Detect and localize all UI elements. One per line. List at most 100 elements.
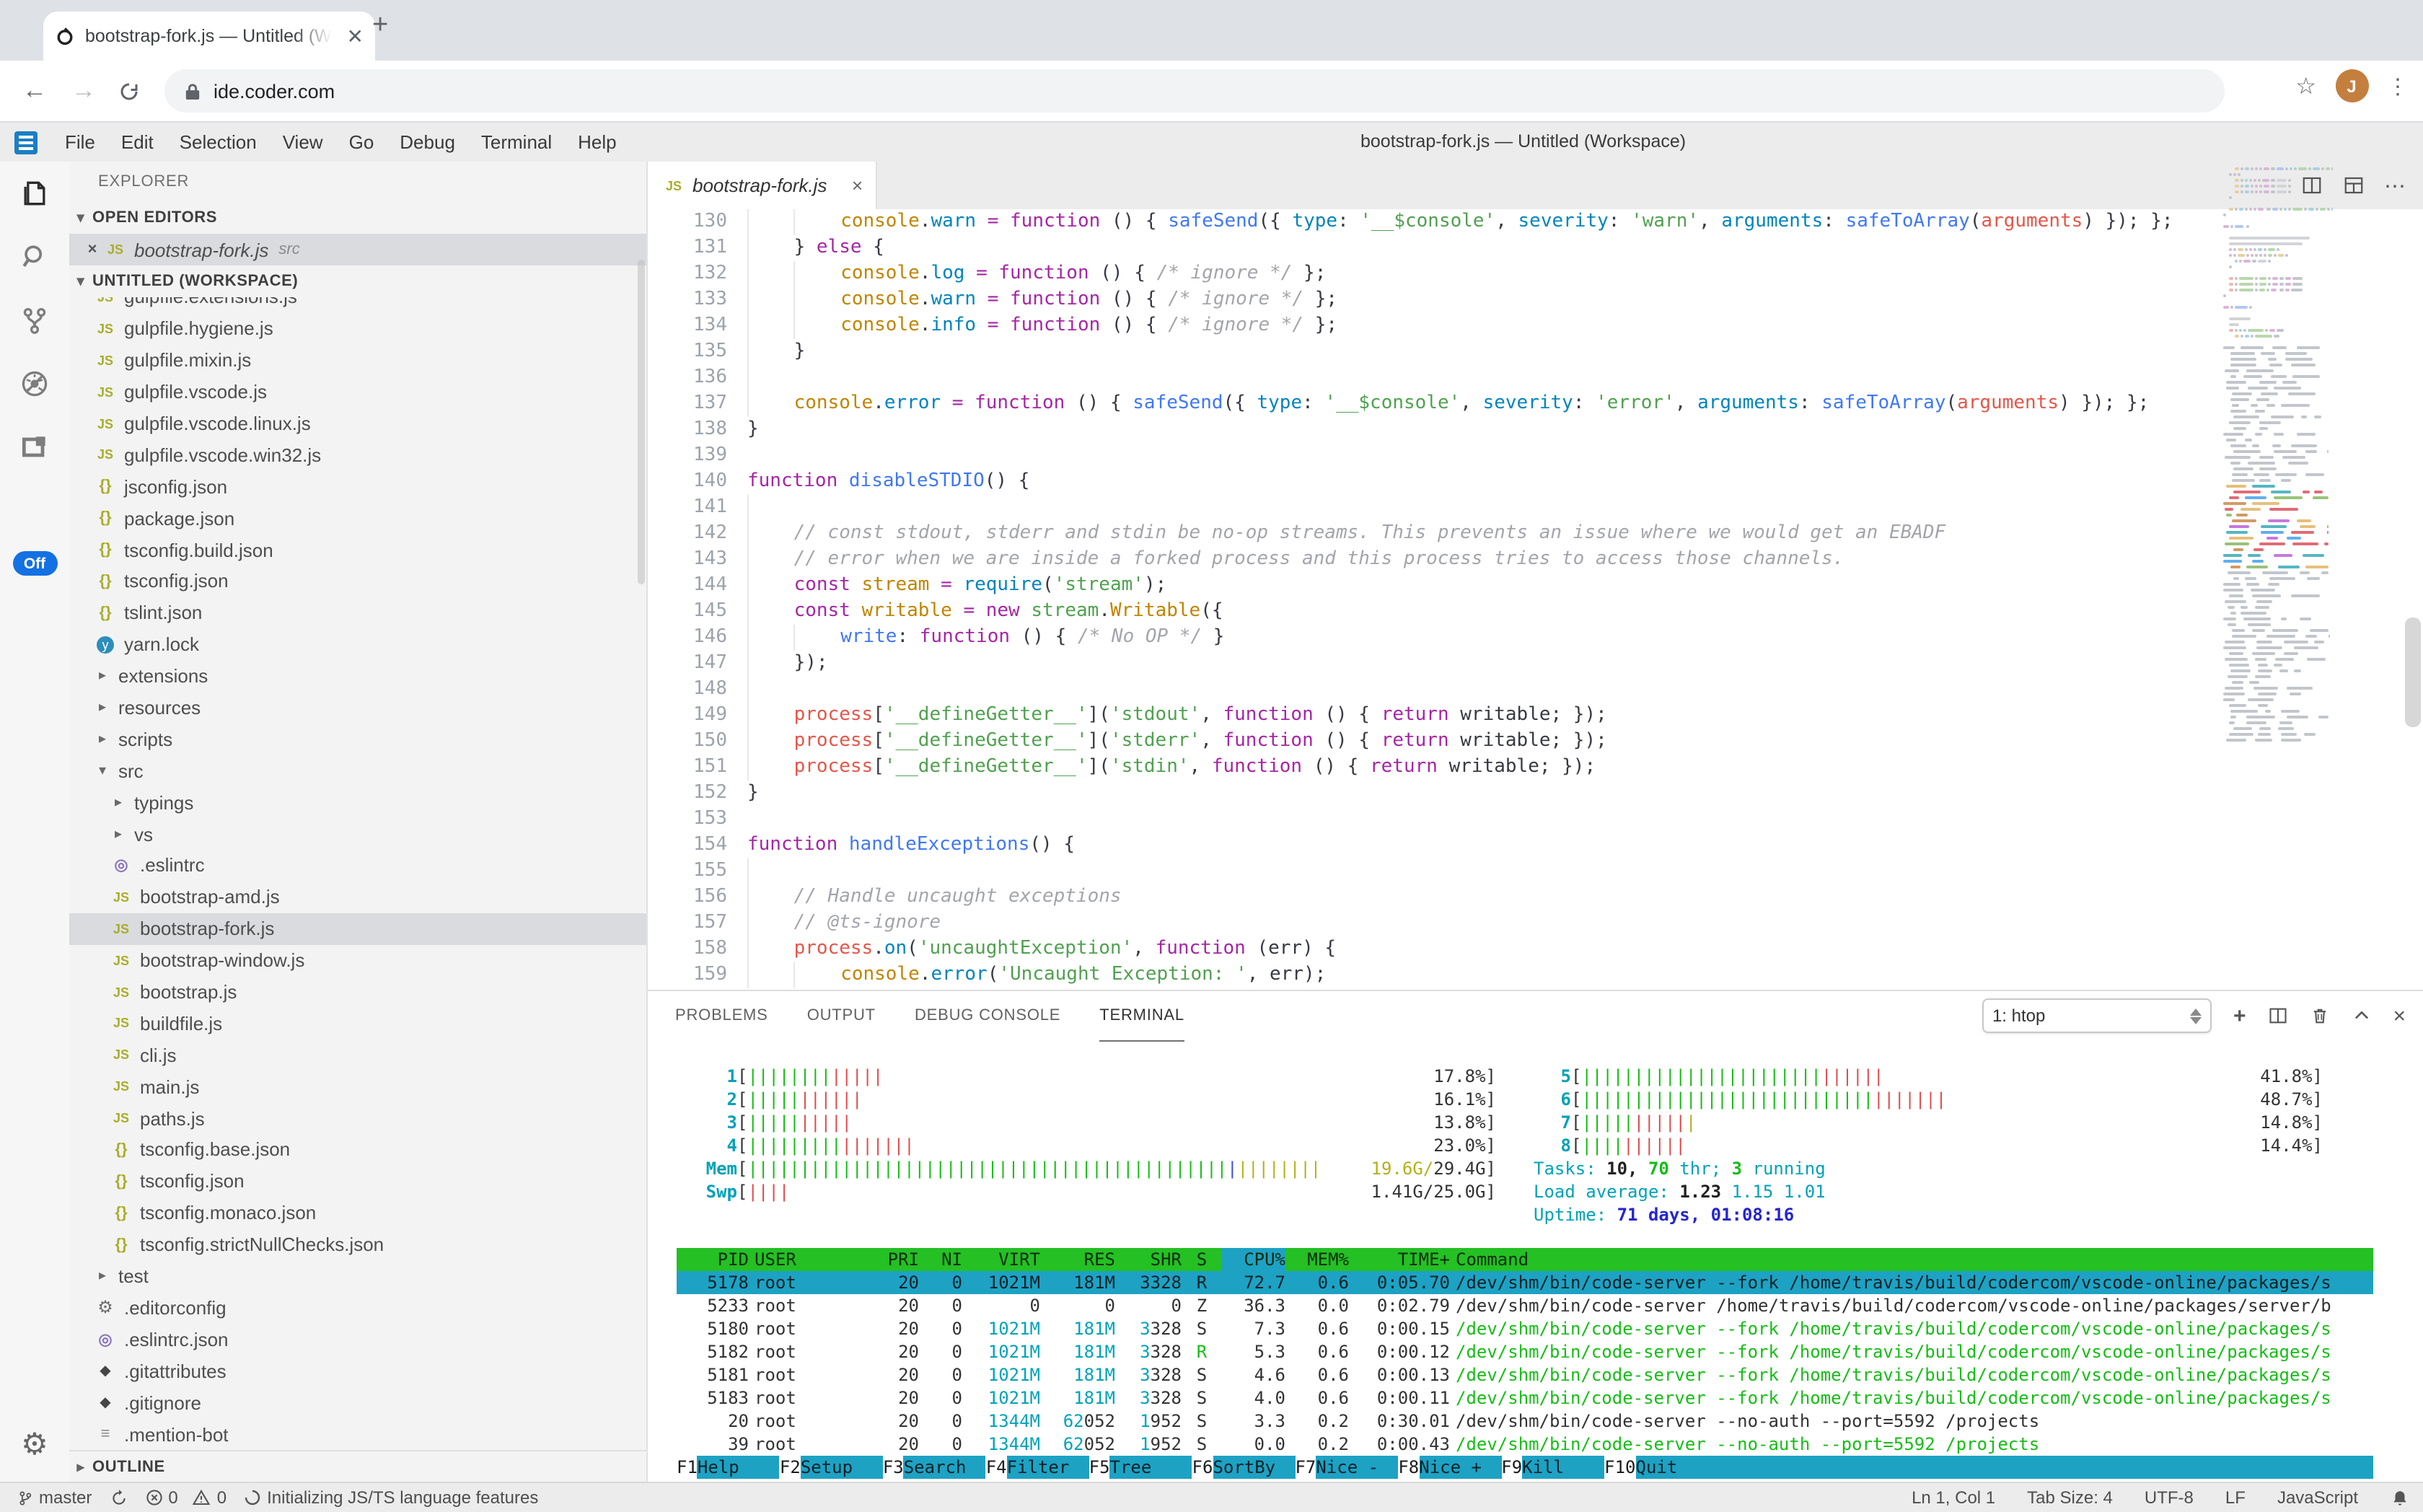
bookmark-star-icon[interactable]: ☆ xyxy=(2295,71,2316,100)
menu-selection[interactable]: Selection xyxy=(167,131,270,153)
split-terminal-icon[interactable] xyxy=(2267,1006,2287,1026)
file-tree-item[interactable]: JSbootstrap-window.js xyxy=(69,944,646,976)
reload-icon[interactable] xyxy=(118,80,147,102)
file-tree-item[interactable]: JSgulpfile.vscode.js xyxy=(69,376,646,408)
file-tree-item[interactable]: ▸test xyxy=(69,1260,646,1292)
address-bar[interactable]: ide.coder.com xyxy=(164,69,2225,113)
menu-terminal[interactable]: Terminal xyxy=(468,131,565,153)
file-tree-item[interactable]: ▸vs xyxy=(69,818,646,850)
more-actions-icon[interactable]: ⋯ xyxy=(2384,172,2406,198)
file-tree-item[interactable]: JSbootstrap-fork.js xyxy=(69,913,646,945)
file-tree-item[interactable]: ◎.eslintrc.json xyxy=(69,1324,646,1355)
file-tree-item[interactable]: ≡.mention-bot xyxy=(69,1418,646,1450)
bell-icon[interactable] xyxy=(2390,1488,2409,1507)
file-tree-item[interactable]: JSgulpfile.vscode.win32.js xyxy=(69,439,646,471)
kill-terminal-icon[interactable] xyxy=(2309,1006,2329,1026)
app-logo-icon[interactable] xyxy=(14,131,38,154)
tab-output[interactable]: OUTPUT xyxy=(807,991,876,1040)
file-tree-item[interactable]: ◆.gitattributes xyxy=(69,1355,646,1387)
tab-problems[interactable]: PROBLEMS xyxy=(675,991,768,1040)
debug-disabled-icon[interactable] xyxy=(0,352,69,416)
file-tree-item[interactable]: ▸extensions xyxy=(69,660,646,692)
language-mode[interactable]: JavaScript xyxy=(2277,1487,2358,1508)
close-panel-icon[interactable]: × xyxy=(2393,1003,2406,1028)
htop-table-header[interactable]: PIDUSERPRINIVIRTRESSHRSCPU%MEM%TIME+Comm… xyxy=(677,1248,2373,1271)
close-icon[interactable]: × xyxy=(81,241,104,258)
search-icon[interactable] xyxy=(0,225,69,289)
encoding[interactable]: UTF-8 xyxy=(2145,1487,2194,1508)
file-tree-item[interactable]: ⚙.editorconfig xyxy=(69,1292,646,1324)
file-tree-item[interactable]: {}tsconfig.json xyxy=(69,566,646,597)
file-tree-item[interactable]: {}tsconfig.monaco.json xyxy=(69,1197,646,1229)
file-tree-item[interactable]: ◆.gitignore xyxy=(69,1386,646,1418)
file-tree-item[interactable]: {}tslint.json xyxy=(69,597,646,629)
explorer-icon[interactable] xyxy=(0,162,69,225)
line-number: 142 xyxy=(675,521,727,547)
editor-tab[interactable]: JS bootstrap-fork.js × xyxy=(648,162,877,209)
new-tab-button[interactable]: + xyxy=(372,10,388,42)
menu-debug[interactable]: Debug xyxy=(387,131,468,153)
file-tree-item[interactable]: JSgulpfile.hygiene.js xyxy=(69,313,646,345)
file-tree-item[interactable]: JSbootstrap.js xyxy=(69,976,646,1008)
terminal[interactable]: 1[|||||||||||||17.8%]2[|||||||||||16.1%]… xyxy=(648,1040,2423,1483)
file-tree-item[interactable]: {}package.json xyxy=(69,502,646,534)
menu-file[interactable]: File xyxy=(52,131,108,153)
settings-gear-icon[interactable]: ⚙ xyxy=(0,1427,69,1463)
sync-icon[interactable] xyxy=(109,1488,128,1507)
file-tree-item[interactable]: JSgulpfile.extensions.js xyxy=(69,297,646,313)
code-editor[interactable]: 130console.warn = function () { safeSend… xyxy=(648,209,2423,990)
editor-layout-icon[interactable] xyxy=(2342,175,2364,196)
file-tree-item[interactable]: {}tsconfig.strictNullChecks.json xyxy=(69,1228,646,1260)
file-tree-item[interactable]: JSpaths.js xyxy=(69,1102,646,1134)
back-icon[interactable]: ← xyxy=(20,76,49,105)
indentation[interactable]: Tab Size: 4 xyxy=(2027,1487,2113,1508)
tab-close-icon[interactable]: × xyxy=(852,175,863,196)
git-branch-item[interactable]: master xyxy=(17,1487,92,1508)
workspace-header[interactable]: ▾ UNTITLED (WORKSPACE) xyxy=(69,265,646,297)
file-tree-item[interactable]: JSbootstrap-amd.js xyxy=(69,882,646,913)
menu-help[interactable]: Help xyxy=(565,131,630,153)
problems-item[interactable]: 0 0 xyxy=(145,1487,227,1508)
scrollbar-thumb[interactable] xyxy=(638,260,645,584)
file-tree-item[interactable]: {}jsconfig.json xyxy=(69,471,646,503)
file-tree-item[interactable]: {}tsconfig.base.json xyxy=(69,1134,646,1166)
file-tree-item[interactable]: JSgulpfile.mixin.js xyxy=(69,345,646,377)
file-tree-item[interactable]: JSmain.js xyxy=(69,1071,646,1103)
file-tree-item[interactable]: ▾src xyxy=(69,755,646,787)
file-tree-item[interactable]: JSgulpfile.vscode.linux.js xyxy=(69,408,646,439)
open-editor-item[interactable]: × JS bootstrap-fork.js src xyxy=(69,234,646,265)
source-control-icon[interactable] xyxy=(0,289,69,352)
tab-close-icon[interactable]: ✕ xyxy=(347,24,364,48)
scrollbar-thumb[interactable] xyxy=(2404,617,2420,727)
file-tree-item[interactable]: ▸typings xyxy=(69,787,646,819)
tab-debug-console[interactable]: DEBUG CONSOLE xyxy=(915,991,1060,1040)
file-tree-item[interactable]: {}tsconfig.build.json xyxy=(69,534,646,566)
file-tree-item[interactable]: {}tsconfig.json xyxy=(69,1166,646,1197)
language-status-item[interactable]: Initializing JS/TS language features xyxy=(244,1487,538,1508)
file-tree-item[interactable]: ◎.eslintrc xyxy=(69,850,646,882)
menu-edit[interactable]: Edit xyxy=(108,131,167,153)
file-tree-item[interactable]: JScli.js xyxy=(69,1040,646,1071)
minimap[interactable] xyxy=(2217,164,2338,944)
extensions-icon[interactable] xyxy=(0,416,69,479)
browser-menu-icon[interactable]: ⋮ xyxy=(2387,73,2409,99)
outline-header[interactable]: ▸ OUTLINE xyxy=(69,1450,646,1483)
file-tree-item[interactable]: ▸scripts xyxy=(69,724,646,755)
terminal-select[interactable]: 1: htop xyxy=(1982,998,2212,1033)
maximize-panel-icon[interactable] xyxy=(2351,1006,2371,1026)
avatar[interactable]: J xyxy=(2335,69,2368,102)
file-tree-item[interactable]: yyarn.lock xyxy=(69,629,646,661)
browser-tab[interactable]: bootstrap-fork.js — Untitled (W ✕ xyxy=(43,12,375,61)
forward-icon[interactable]: → xyxy=(69,76,98,105)
menu-view[interactable]: View xyxy=(270,131,336,153)
eol[interactable]: LF xyxy=(2225,1487,2246,1508)
menu-go[interactable]: Go xyxy=(336,131,387,153)
fkey-number: F5 xyxy=(1089,1456,1110,1479)
file-tree-item[interactable]: ▸resources xyxy=(69,692,646,724)
new-terminal-icon[interactable]: + xyxy=(2233,1003,2246,1028)
collaboration-off-badge[interactable]: Off xyxy=(12,551,57,576)
cursor-position[interactable]: Ln 1, Col 1 xyxy=(1912,1487,1995,1508)
file-tree-item[interactable]: JSbuildfile.js xyxy=(69,1008,646,1040)
tab-terminal[interactable]: TERMINAL xyxy=(1099,990,1184,1041)
open-editors-header[interactable]: ▾ OPEN EDITORS xyxy=(69,202,646,234)
